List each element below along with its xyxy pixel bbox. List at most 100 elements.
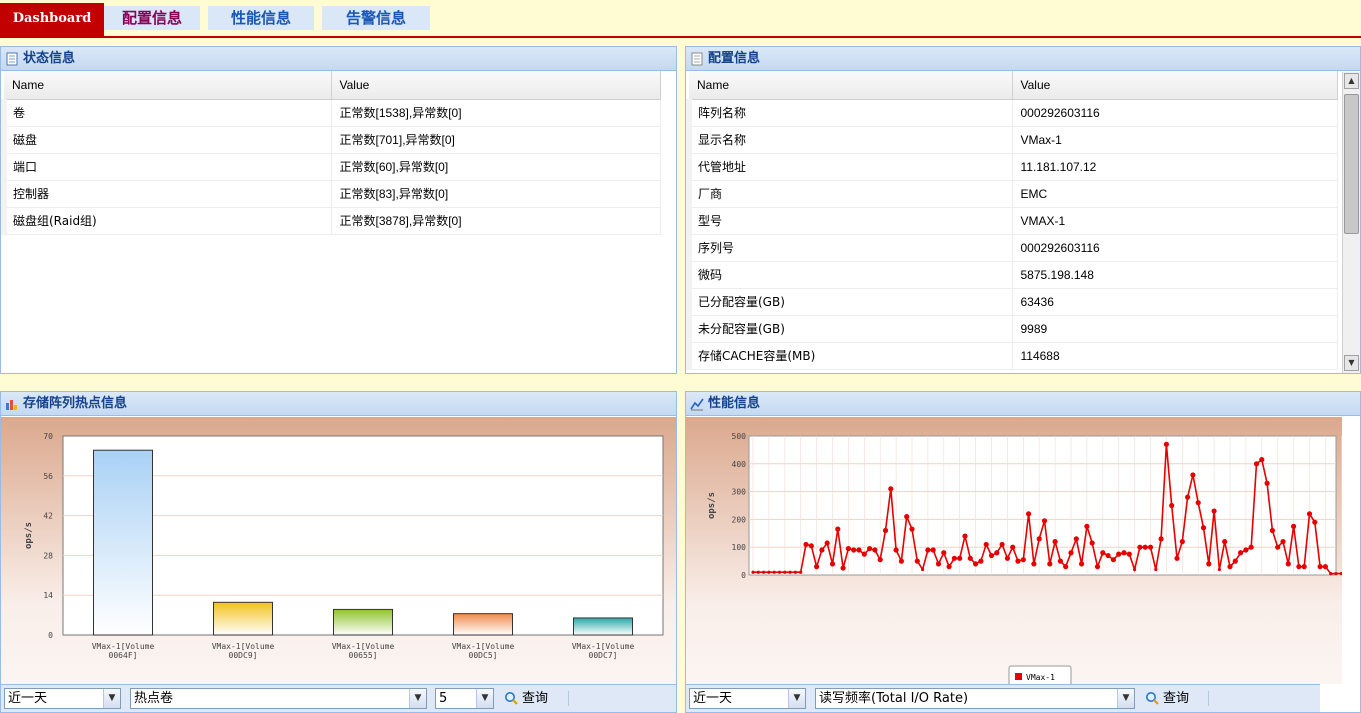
performance-info-header: 性能信息	[686, 392, 1360, 416]
query-button[interactable]: 查询	[502, 688, 548, 709]
x-tick-label: VMax-1[Volume	[572, 642, 635, 651]
scrollbar-thumb[interactable]	[1344, 94, 1359, 234]
y-tick-label: 14	[43, 591, 53, 600]
table-row[interactable]: 未分配容量(GB) 9989	[686, 315, 1338, 343]
plot-area	[748, 435, 1337, 576]
table-row[interactable]: 磁盘组(Raid组) 正常数[3878],异常数[0]	[1, 207, 661, 235]
bar	[453, 613, 513, 636]
table-row[interactable]: 卷正常数[1538],异常数[0]	[1, 99, 661, 127]
data-point	[1269, 527, 1275, 534]
data-point	[1195, 500, 1201, 506]
data-point	[1322, 564, 1328, 570]
data-point	[1031, 561, 1037, 567]
row-name-cell: 端口	[1, 153, 332, 181]
column-header-value[interactable]: Value	[331, 71, 661, 100]
data-point	[762, 570, 766, 574]
config-info-panel: 配置信息 Name Value 阵列名称 000292603116 显示名称 VMax…	[685, 46, 1361, 374]
data-point	[829, 561, 836, 567]
config-scrollbar[interactable]: ▲ ▼	[1342, 72, 1360, 373]
data-point	[1275, 544, 1281, 550]
data-point	[1137, 544, 1143, 550]
data-point	[962, 533, 968, 539]
data-point	[1222, 539, 1228, 545]
row-value-cell: 正常数[3878],异常数[0]	[331, 207, 661, 235]
data-point	[882, 527, 889, 534]
query-button[interactable]: 查询	[1143, 688, 1189, 709]
data-point	[1339, 572, 1343, 576]
table-row[interactable]: 代管地址 11.181.107.12	[686, 153, 1338, 181]
y-tick-label: 42	[43, 512, 53, 521]
hotspot-type-select[interactable]: 热点卷 ▼	[130, 688, 427, 709]
data-point	[898, 558, 904, 564]
data-point	[1243, 547, 1249, 553]
data-point	[856, 547, 862, 553]
table-row[interactable]: 微码 5875.198.148	[686, 261, 1338, 289]
column-header-name[interactable]: Name	[4, 71, 332, 100]
table-row[interactable]: 序列号 000292603116	[686, 234, 1338, 262]
table-row[interactable]: 型号 VMAX-1	[686, 207, 1338, 235]
data-point	[1163, 441, 1169, 447]
data-point	[983, 541, 989, 548]
x-tick-label: 00DC7]	[589, 651, 618, 660]
table-row[interactable]: 端口 正常数[60],异常数[0]	[1, 153, 661, 181]
data-point	[951, 555, 957, 561]
row-value-cell: 正常数[701],异常数[0]	[331, 126, 661, 154]
time-range-select[interactable]: 近一天 ▼	[689, 688, 806, 709]
tab-alarm-info[interactable]: 告警信息	[322, 6, 430, 30]
data-point	[1217, 567, 1221, 572]
scroll-up-icon[interactable]: ▲	[1344, 73, 1359, 89]
scroll-down-icon[interactable]: ▼	[1344, 355, 1359, 371]
data-point	[1248, 544, 1254, 550]
hotspot-info-panel: 存储阵列热点信息 0 14 28 42 56 70 ops/s VMax-1[Volume 00…	[0, 391, 677, 713]
data-point	[1306, 511, 1313, 517]
data-point	[1068, 550, 1074, 556]
tab-dashboard[interactable]: Dashboard	[0, 3, 104, 36]
row-value-cell: VMAX-1	[1012, 207, 1338, 235]
tab-config-info[interactable]: 配置信息	[104, 6, 200, 30]
data-point	[1291, 523, 1297, 529]
row-name-cell: 型号	[686, 207, 1013, 235]
data-point	[1133, 567, 1137, 572]
data-point	[1015, 558, 1021, 564]
bar	[213, 601, 273, 636]
bar	[93, 449, 153, 636]
data-point	[1126, 551, 1132, 557]
table-row[interactable]: 存储CACHE容量(MB) 114688	[686, 342, 1338, 370]
column-header-value[interactable]: Value	[1012, 71, 1338, 100]
data-point	[904, 514, 910, 520]
data-point	[1200, 525, 1207, 531]
status-info-header: 状态信息	[1, 47, 676, 71]
data-point	[978, 558, 984, 564]
time-range-select[interactable]: 近一天 ▼	[4, 688, 121, 709]
table-row[interactable]: 已分配容量(GB) 63436	[686, 288, 1338, 316]
tab-performance-info[interactable]: 性能信息	[208, 6, 314, 30]
table-row[interactable]: 磁盘 正常数[701],异常数[0]	[1, 126, 661, 154]
data-point	[1041, 518, 1048, 524]
chevron-down-icon: ▼	[1117, 689, 1134, 708]
metric-select[interactable]: 读写频率(Total I/O Rate) ▼	[815, 688, 1135, 709]
data-point	[751, 570, 755, 574]
top-count-select[interactable]: 5 ▼	[435, 688, 494, 709]
data-point	[925, 547, 931, 553]
data-point	[840, 565, 846, 571]
row-value-cell: 正常数[1538],异常数[0]	[331, 99, 661, 127]
data-point	[877, 557, 883, 563]
column-header-name[interactable]: Name	[689, 71, 1013, 100]
data-point	[1110, 557, 1116, 563]
data-point	[799, 570, 803, 574]
table-row[interactable]: 控制器 正常数[83],异常数[0]	[1, 180, 661, 208]
table-row[interactable]: 厂商 EMC	[686, 180, 1338, 208]
data-point	[1259, 457, 1265, 463]
data-point	[1179, 539, 1185, 545]
table-row[interactable]: 阵列名称 000292603116	[686, 99, 1338, 127]
data-point	[1100, 550, 1106, 556]
data-point	[1206, 561, 1212, 567]
line-chart-icon	[690, 398, 704, 411]
table-row[interactable]: 显示名称 VMax-1	[686, 126, 1338, 154]
data-point	[1280, 539, 1286, 545]
data-point	[946, 564, 952, 570]
data-point	[930, 547, 936, 553]
data-point	[1296, 564, 1302, 570]
data-point	[1185, 494, 1191, 500]
hotspot-bar-chart: 01428425670ops/sVMax-1[Volume0064F]VMax-…	[24, 432, 664, 660]
